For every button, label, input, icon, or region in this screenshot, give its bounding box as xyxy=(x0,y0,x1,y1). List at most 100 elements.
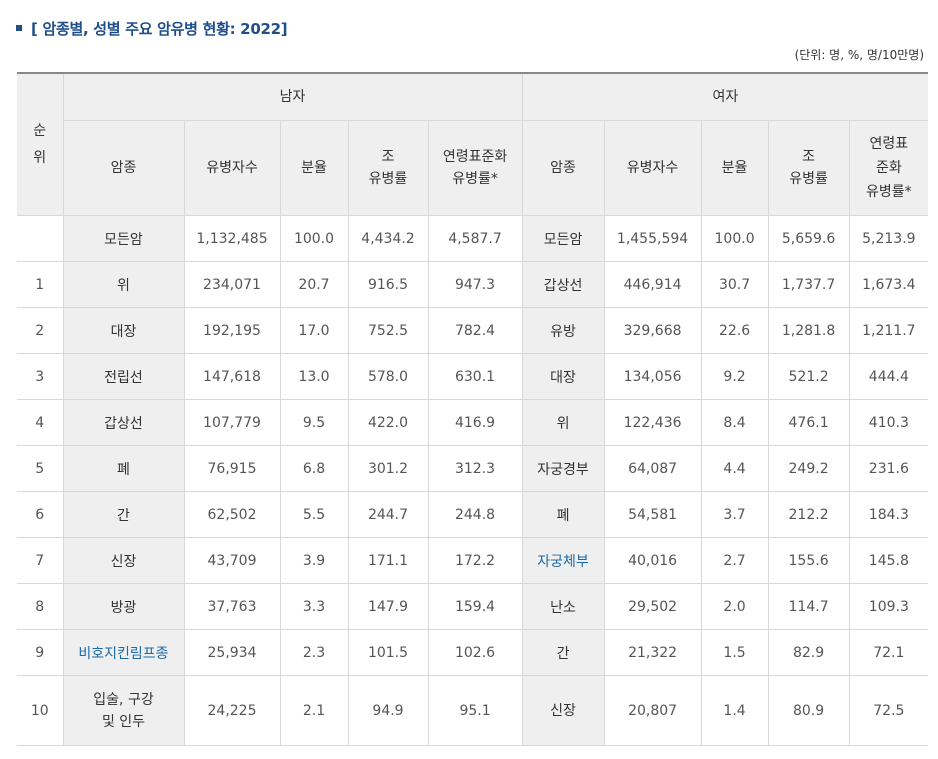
female-patient-count: 134,056 xyxy=(603,353,702,400)
female-age-std-rate: 444.4 xyxy=(848,353,929,400)
male-cancer-name: 전립선 xyxy=(62,353,185,400)
male-crude-rate: 4,434.2 xyxy=(347,215,429,262)
male-share: 2.3 xyxy=(279,629,349,676)
female-age-std-rate: 231.6 xyxy=(848,445,929,492)
female-crude-rate: 212.2 xyxy=(767,491,850,538)
male-share-header: 분율 xyxy=(279,120,349,216)
male-age-std-rate: 312.3 xyxy=(427,445,523,492)
female-crude-rate: 249.2 xyxy=(767,445,850,492)
male-share: 17.0 xyxy=(279,307,349,354)
female-cancer-name: 모든암 xyxy=(521,215,605,262)
male-age-std-rate-header: 연령표준화 유병률* xyxy=(427,120,523,216)
male-cancer-name: 방광 xyxy=(62,583,185,630)
female-patient-count: 54,581 xyxy=(603,491,702,538)
male-header: 남자 xyxy=(62,72,523,121)
male-share: 3.9 xyxy=(279,537,349,584)
male-patient-count: 24,225 xyxy=(183,675,281,746)
table-row: 4 갑상선 107,779 9.5 422.0 416.9 위 122,436 8.4 476.1… xyxy=(17,399,929,446)
female-patient-count: 1,455,594 xyxy=(603,215,702,262)
female-crude-rate: 114.7 xyxy=(767,583,850,630)
female-cancer-name: 폐 xyxy=(521,491,605,538)
female-cancer-name: 자궁경부 xyxy=(521,445,605,492)
unit-note: (단위: 명, %, 명/10만명) xyxy=(794,48,924,62)
table-row: 3 전립선 147,618 13.0 578.0 630.1 대장 134,056 9.2 521… xyxy=(17,353,929,400)
male-share: 3.3 xyxy=(279,583,349,630)
male-age-std-rate: 416.9 xyxy=(427,399,523,446)
table-row: 10 입술, 구강 및 인두 24,225 2.1 94.9 95.1 신장 20,807 1.… xyxy=(17,675,929,746)
male-cancer-name-link[interactable]: 비호지킨림프종 xyxy=(62,629,185,676)
male-cancer-name: 모든암 xyxy=(62,215,185,262)
female-cancer-name-link[interactable]: 자궁체부 xyxy=(521,537,605,584)
table-row: 모든암 1,132,485 100.0 4,434.2 4,587.7 모든암 1,455,… xyxy=(17,215,929,262)
male-patient-count: 192,195 xyxy=(183,307,281,354)
male-age-std-rate: 102.6 xyxy=(427,629,523,676)
female-crude-rate: 155.6 xyxy=(767,537,850,584)
female-share-header: 분율 xyxy=(700,120,769,216)
rank-cell: 9 xyxy=(17,629,64,676)
female-age-std-rate: 184.3 xyxy=(848,491,929,538)
female-crude-rate: 5,659.6 xyxy=(767,215,850,262)
female-age-std-rate: 5,213.9 xyxy=(848,215,929,262)
male-age-std-rate: 159.4 xyxy=(427,583,523,630)
rank-cell: 8 xyxy=(17,583,64,630)
male-share: 5.5 xyxy=(279,491,349,538)
rank-header: 순위 xyxy=(17,72,64,216)
table-row: 9 비호지킨림프종 25,934 2.3 101.5 102.6 간 21,322 1.5 82.… xyxy=(17,629,929,676)
header-row-gender: 순위 남자 여자 xyxy=(17,72,929,216)
female-header: 여자 xyxy=(521,72,929,121)
male-patient-count: 1,132,485 xyxy=(183,215,281,262)
rank-cell: 1 xyxy=(17,261,64,308)
male-crude-rate: 752.5 xyxy=(347,307,429,354)
male-share: 6.8 xyxy=(279,445,349,492)
female-age-std-rate: 72.1 xyxy=(848,629,929,676)
female-patient-count: 64,087 xyxy=(603,445,702,492)
male-age-std-rate: 4,587.7 xyxy=(427,215,523,262)
female-age-std-rate: 1,211.7 xyxy=(848,307,929,354)
female-crude-rate: 521.2 xyxy=(767,353,850,400)
male-cancer-name: 폐 xyxy=(62,445,185,492)
female-cancer-name: 대장 xyxy=(521,353,605,400)
male-patient-count: 76,915 xyxy=(183,445,281,492)
male-patient-count: 234,071 xyxy=(183,261,281,308)
male-crude-rate: 301.2 xyxy=(347,445,429,492)
female-age-std-rate: 109.3 xyxy=(848,583,929,630)
female-crude-rate: 1,281.8 xyxy=(767,307,850,354)
female-age-std-rate: 410.3 xyxy=(848,399,929,446)
male-age-std-rate: 947.3 xyxy=(427,261,523,308)
square-bullet-icon xyxy=(16,25,22,31)
table-row: 5 폐 76,915 6.8 301.2 312.3 자궁경부 64,087 4.4 249.2 2… xyxy=(17,445,929,492)
male-patient-count: 43,709 xyxy=(183,537,281,584)
male-crude-rate: 422.0 xyxy=(347,399,429,446)
female-cancer-name: 간 xyxy=(521,629,605,676)
male-patient-count: 107,779 xyxy=(183,399,281,446)
rank-cell: 3 xyxy=(17,353,64,400)
header-row-columns: 암종 유병자수 분율 조 유병률 연령표준화 유병률* 암종 유병자수 분율 조… xyxy=(17,120,929,216)
male-cancer-header: 암종 xyxy=(63,120,185,216)
female-share: 1.4 xyxy=(700,675,769,746)
female-cancer-name: 위 xyxy=(521,399,605,446)
table-row: 8 방광 37,763 3.3 147.9 159.4 난소 29,502 2.0 114.7 10… xyxy=(17,583,929,630)
male-patients-header: 유병자수 xyxy=(183,120,281,216)
male-age-std-rate: 95.1 xyxy=(427,675,523,746)
female-share: 8.4 xyxy=(700,399,769,446)
female-share: 2.0 xyxy=(700,583,769,630)
male-crude-rate: 171.1 xyxy=(347,537,429,584)
section-title-row: [ 암종별, 성별 주요 암유병 현황: 2022] xyxy=(16,16,288,40)
male-age-std-rate: 782.4 xyxy=(427,307,523,354)
female-patient-count: 20,807 xyxy=(603,675,702,746)
female-share: 1.5 xyxy=(700,629,769,676)
male-crude-rate: 916.5 xyxy=(347,261,429,308)
male-crude-rate: 94.9 xyxy=(347,675,429,746)
male-patient-count: 37,763 xyxy=(183,583,281,630)
female-cancer-name: 갑상선 xyxy=(521,261,605,308)
female-share: 2.7 xyxy=(700,537,769,584)
male-crude-rate: 147.9 xyxy=(347,583,429,630)
table-row: 6 간 62,502 5.5 244.7 244.8 폐 54,581 3.7 212.2 184.… xyxy=(17,491,929,538)
female-crude-rate-header: 조 유병률 xyxy=(767,120,850,216)
female-crude-rate: 1,737.7 xyxy=(767,261,850,308)
female-share: 9.2 xyxy=(700,353,769,400)
female-age-std-rate: 1,673.4 xyxy=(848,261,929,308)
rank-header-label: 순위 xyxy=(33,122,47,166)
male-age-std-rate: 244.8 xyxy=(427,491,523,538)
male-share: 13.0 xyxy=(279,353,349,400)
